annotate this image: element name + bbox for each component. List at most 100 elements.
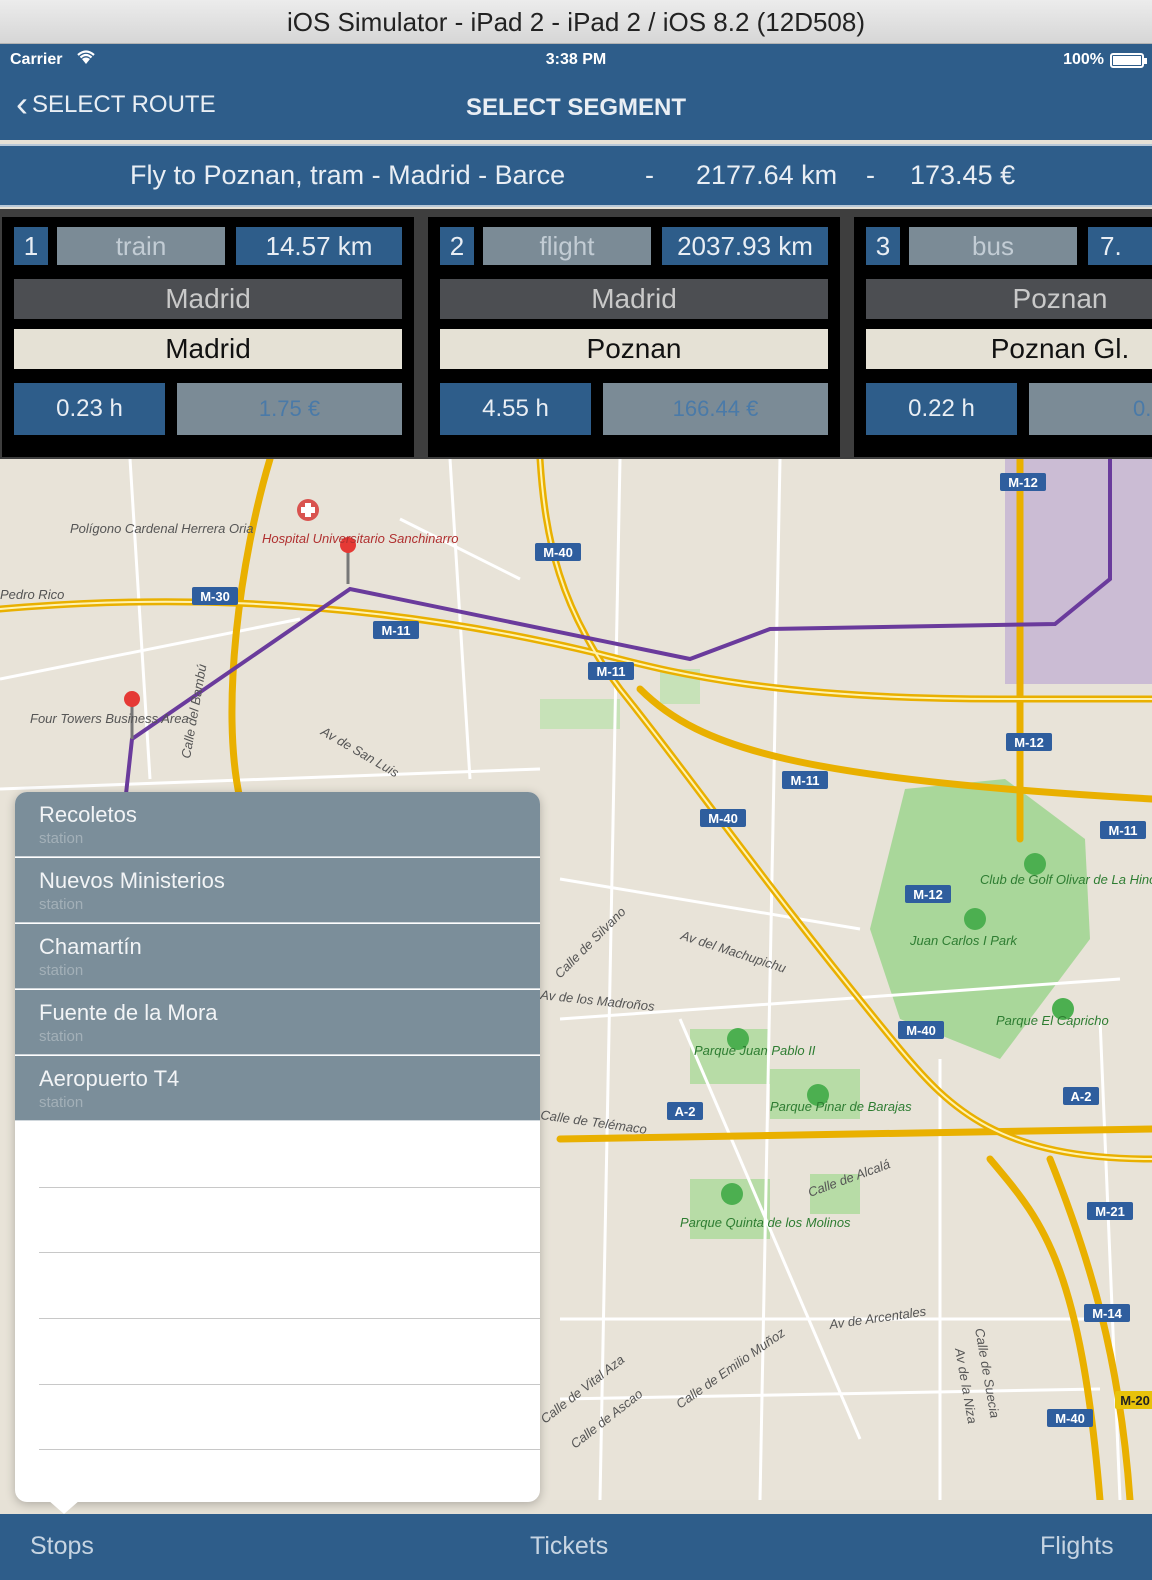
segment-index: 2 bbox=[440, 227, 474, 265]
place-label: Four Towers Business Area bbox=[30, 711, 189, 726]
place-label: Parque Pinar de Barajas bbox=[770, 1099, 912, 1114]
empty-row-divider bbox=[39, 1449, 540, 1450]
stop-name: Chamartín bbox=[39, 934, 142, 959]
stop-name: Nuevos Ministerios bbox=[39, 868, 225, 893]
empty-row-divider bbox=[39, 1384, 540, 1385]
battery-icon bbox=[1110, 53, 1147, 68]
place-label: Parque Quinta de los Molinos bbox=[680, 1215, 851, 1230]
svg-text:M-14: M-14 bbox=[1092, 1306, 1122, 1321]
battery-percent: 100% bbox=[1063, 51, 1104, 68]
segment-mode: flight bbox=[483, 227, 651, 265]
segment-distance: 2037.93 km bbox=[662, 227, 828, 265]
summary-separator: - bbox=[866, 160, 875, 190]
segment-distance: 14.57 km bbox=[236, 227, 402, 265]
road-shield: M-12 bbox=[905, 885, 951, 903]
svg-text:M-11: M-11 bbox=[791, 773, 820, 788]
road-shield: M-21 bbox=[1087, 1202, 1133, 1220]
road-shield: M-40 bbox=[700, 809, 746, 827]
segment-scroller[interactable]: 1 train 14.57 km Madrid Madrid 0.23 h 1.… bbox=[0, 209, 1152, 459]
svg-text:M-40: M-40 bbox=[708, 811, 738, 826]
segment-mode: bus bbox=[909, 227, 1077, 265]
road-shield: M-20 bbox=[1115, 1391, 1152, 1409]
page-title-text: SELECT SEGMENT bbox=[465, 94, 687, 121]
stop-row[interactable]: Aeropuerto T4 station bbox=[15, 1056, 540, 1121]
segment-from: Poznan bbox=[866, 279, 1152, 319]
segment-to: Poznan bbox=[440, 329, 828, 369]
stop-type: station bbox=[39, 830, 84, 847]
svg-text:M-40: M-40 bbox=[543, 545, 573, 560]
park-icon bbox=[964, 908, 986, 930]
segment-cost: 1.75 € bbox=[177, 383, 402, 435]
segment-to: Madrid bbox=[14, 329, 402, 369]
segment-duration: 0.23 h bbox=[14, 383, 165, 435]
window-title: iOS Simulator - iPad 2 - iPad 2 / iOS 8.… bbox=[0, 0, 1152, 44]
svg-text:M-20: M-20 bbox=[1120, 1393, 1150, 1408]
segment-from: Madrid bbox=[440, 279, 828, 319]
road-shield: A-2 bbox=[667, 1102, 703, 1120]
road-shield: M-11 bbox=[373, 621, 419, 639]
stop-row[interactable]: Nuevos Ministerios station bbox=[15, 858, 540, 923]
svg-text:M-12: M-12 bbox=[1014, 735, 1044, 750]
segment-cost: 166.44 € bbox=[603, 383, 828, 435]
stops-popover: Recoletos station Nuevos Ministerios sta… bbox=[15, 792, 540, 1502]
svg-text:A-2: A-2 bbox=[1071, 1089, 1092, 1104]
road-shield: M-40 bbox=[898, 1021, 944, 1039]
tab-tickets[interactable]: Tickets bbox=[530, 1532, 608, 1561]
road-shield: A-2 bbox=[1063, 1087, 1099, 1105]
svg-text:M-12: M-12 bbox=[913, 887, 943, 902]
empty-row-divider bbox=[39, 1187, 540, 1188]
summary-separator: - bbox=[645, 160, 654, 190]
svg-text:A-2: A-2 bbox=[675, 1104, 696, 1119]
tab-flights[interactable]: Flights bbox=[1040, 1532, 1114, 1561]
segment-duration: 0.22 h bbox=[866, 383, 1017, 435]
svg-text:M-12: M-12 bbox=[1008, 475, 1038, 490]
stop-row[interactable]: Recoletos station bbox=[15, 792, 540, 857]
road-shield: M-40 bbox=[535, 543, 581, 561]
road-shield: M-12 bbox=[1000, 473, 1046, 491]
place-label: Club de Golf Olivar de La Hinojosa bbox=[980, 872, 1152, 887]
svg-text:M-30: M-30 bbox=[200, 589, 230, 604]
stop-type: station bbox=[39, 962, 84, 979]
status-bar: Carrier 3:38 PM 100% bbox=[0, 44, 1152, 76]
stop-type: station bbox=[39, 1094, 84, 1111]
road-shield: M-30 bbox=[192, 587, 238, 605]
segment-index: 3 bbox=[866, 227, 900, 265]
segment-cost: 0.88 bbox=[1029, 383, 1152, 435]
hospital-icon bbox=[297, 499, 319, 521]
road-shield: M-14 bbox=[1084, 1304, 1130, 1322]
segment-duration: 4.55 h bbox=[440, 383, 591, 435]
route-summary: Fly to Poznan, tram - Madrid - Barce - 2… bbox=[0, 144, 1152, 207]
road-shield: M-12 bbox=[1006, 733, 1052, 751]
segment-index: 1 bbox=[14, 227, 48, 265]
road-shield: M-11 bbox=[1100, 821, 1146, 839]
street-label: Pedro Rico bbox=[0, 587, 64, 602]
tab-bar: Stops Tickets Flights bbox=[0, 1514, 1152, 1580]
stop-type: station bbox=[39, 896, 84, 913]
navigation-bar: ‹ SELECT ROUTE SELECT SEGMENT bbox=[0, 76, 1152, 140]
ipad-screen: Carrier 3:38 PM 100% ‹ SELECT ROUTE SELEC… bbox=[0, 44, 1152, 1580]
stop-row[interactable]: Fuente de la Mora station bbox=[15, 990, 540, 1055]
stop-name: Aeropuerto T4 bbox=[39, 1066, 180, 1091]
segment-from: Madrid bbox=[14, 279, 402, 319]
summary-cost: 173.45 € bbox=[910, 160, 1016, 190]
road-shield: M-40 bbox=[1047, 1409, 1093, 1427]
svg-text:M-11: M-11 bbox=[1109, 823, 1138, 838]
segment-card[interactable]: 3 bus 7. Poznan Poznan Gl. 0.22 h 0.88 bbox=[854, 217, 1152, 457]
place-label: Juan Carlos I Park bbox=[909, 933, 1018, 948]
empty-row-divider bbox=[39, 1318, 540, 1319]
tab-stops[interactable]: Stops bbox=[30, 1532, 94, 1561]
stop-name: Recoletos bbox=[39, 802, 137, 827]
stop-type: station bbox=[39, 1028, 84, 1045]
svg-text:M-40: M-40 bbox=[906, 1023, 936, 1038]
segment-card[interactable]: 1 train 14.57 km Madrid Madrid 0.23 h 1.… bbox=[2, 217, 414, 457]
park-icon bbox=[721, 1183, 743, 1205]
summary-route: Fly to Poznan, tram - Madrid - Barce bbox=[130, 160, 566, 190]
segment-mode: train bbox=[57, 227, 225, 265]
stop-row[interactable]: Chamartín station bbox=[15, 924, 540, 989]
road-shield: M-11 bbox=[588, 662, 634, 680]
segment-card[interactable]: 2 flight 2037.93 km Madrid Poznan 4.55 h… bbox=[428, 217, 840, 457]
svg-text:M-21: M-21 bbox=[1095, 1204, 1125, 1219]
stop-name: Fuente de la Mora bbox=[39, 1000, 218, 1025]
back-button[interactable]: ‹ SELECT ROUTE bbox=[16, 86, 216, 122]
back-button-label: SELECT ROUTE bbox=[32, 91, 216, 118]
